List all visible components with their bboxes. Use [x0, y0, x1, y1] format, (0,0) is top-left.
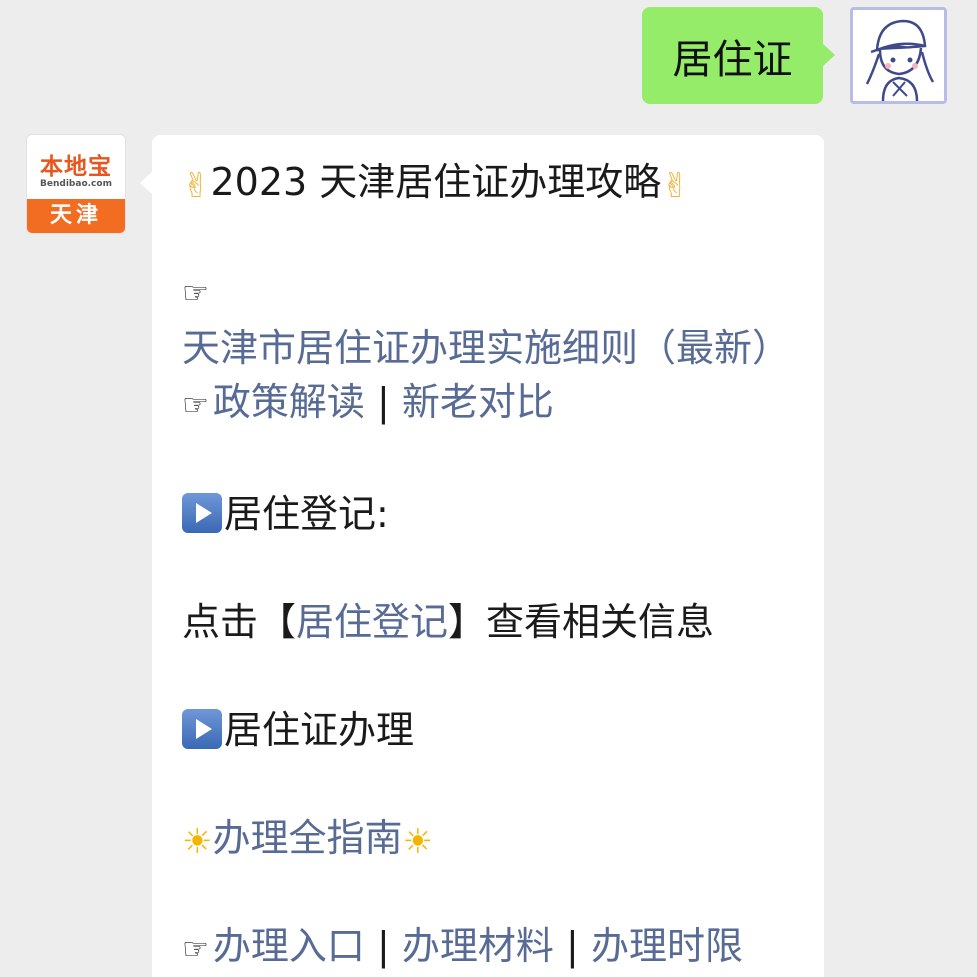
message-content: ✌2023 天津居住证办理攻略✌ ☞天津市居住证办理实施细则（最新） ☞ 政策解读… — [182, 155, 802, 977]
link-separator: | — [566, 924, 579, 968]
guide-link-line: ☀办理全指南☀ — [182, 811, 802, 865]
outgoing-message-bubble[interactable]: 居住证 — [642, 7, 835, 104]
outgoing-message-text: 居住证 — [672, 36, 793, 83]
victory-hand-icon: ✌ — [661, 166, 690, 206]
registration-prefix: 点击【 — [182, 600, 297, 644]
user-avatar-image — [853, 10, 944, 101]
avatar-brand-text: 本地宝 — [40, 153, 112, 180]
rules-link-line: ☞ 天津市居住证办理实施细则（最新） — [182, 263, 802, 375]
pointing-hand-icon: ☞ — [182, 932, 209, 967]
victory-hand-icon: ✌ — [182, 166, 211, 206]
implementation-rules-link[interactable]: 天津市居住证办理实施细则（最新） — [182, 326, 790, 370]
avatar-domain-text: Bendibao.com — [40, 179, 112, 189]
permit-heading-line: 居住证办理 — [182, 703, 802, 757]
processing-time-link[interactable]: 办理时限 — [591, 924, 743, 968]
pointing-hand-icon: ☞ — [182, 276, 209, 311]
user-avatar[interactable] — [850, 7, 947, 104]
sun-icon: ☀ — [182, 822, 213, 862]
full-guide-link[interactable]: 办理全指南 — [212, 816, 402, 860]
policy-links-line: ☞ 政策解读 | 新老对比 — [182, 375, 802, 433]
residence-registration-link[interactable]: 居住登记 — [296, 600, 448, 644]
message-title: 2023 天津居住证办理攻略 — [210, 160, 662, 204]
incoming-message-bubble: ✌2023 天津居住证办理攻略✌ ☞天津市居住证办理实施细则（最新） ☞ 政策解读… — [140, 135, 824, 977]
bendibao-avatar[interactable]: 本地宝 Bendibao.com 天津 — [27, 135, 125, 233]
registration-suffix: 】查看相关信息 — [448, 600, 715, 644]
message-title-line: ✌2023 天津居住证办理攻略✌ — [182, 155, 802, 209]
registration-text-line: 点击【居住登记】查看相关信息 — [182, 595, 802, 649]
registration-heading-line: 居住登记: — [182, 487, 802, 541]
play-button-icon — [182, 709, 222, 749]
sun-icon: ☀ — [402, 822, 433, 862]
chat-window: 居住证 本地宝 Bendibao.com 天津 ✌2023 天津居住证办理攻略✌… — [0, 0, 977, 977]
link-separator: | — [377, 924, 390, 968]
registration-heading: 居住登记: — [224, 492, 389, 536]
application-materials-link[interactable]: 办理材料 — [402, 924, 554, 968]
application-entrance-link[interactable]: 办理入口 — [213, 924, 365, 968]
old-new-comparison-link[interactable]: 新老对比 — [402, 380, 554, 424]
play-button-icon — [182, 493, 222, 533]
permit-links-line: ☞ 办理入口 | 办理材料 | 办理时限 — [182, 919, 802, 977]
permit-heading: 居住证办理 — [224, 708, 415, 752]
policy-interpretation-link[interactable]: 政策解读 — [213, 380, 365, 424]
pointing-hand-icon: ☞ — [182, 388, 209, 423]
avatar-city-text: 天津 — [27, 199, 125, 233]
link-separator: | — [377, 380, 390, 424]
